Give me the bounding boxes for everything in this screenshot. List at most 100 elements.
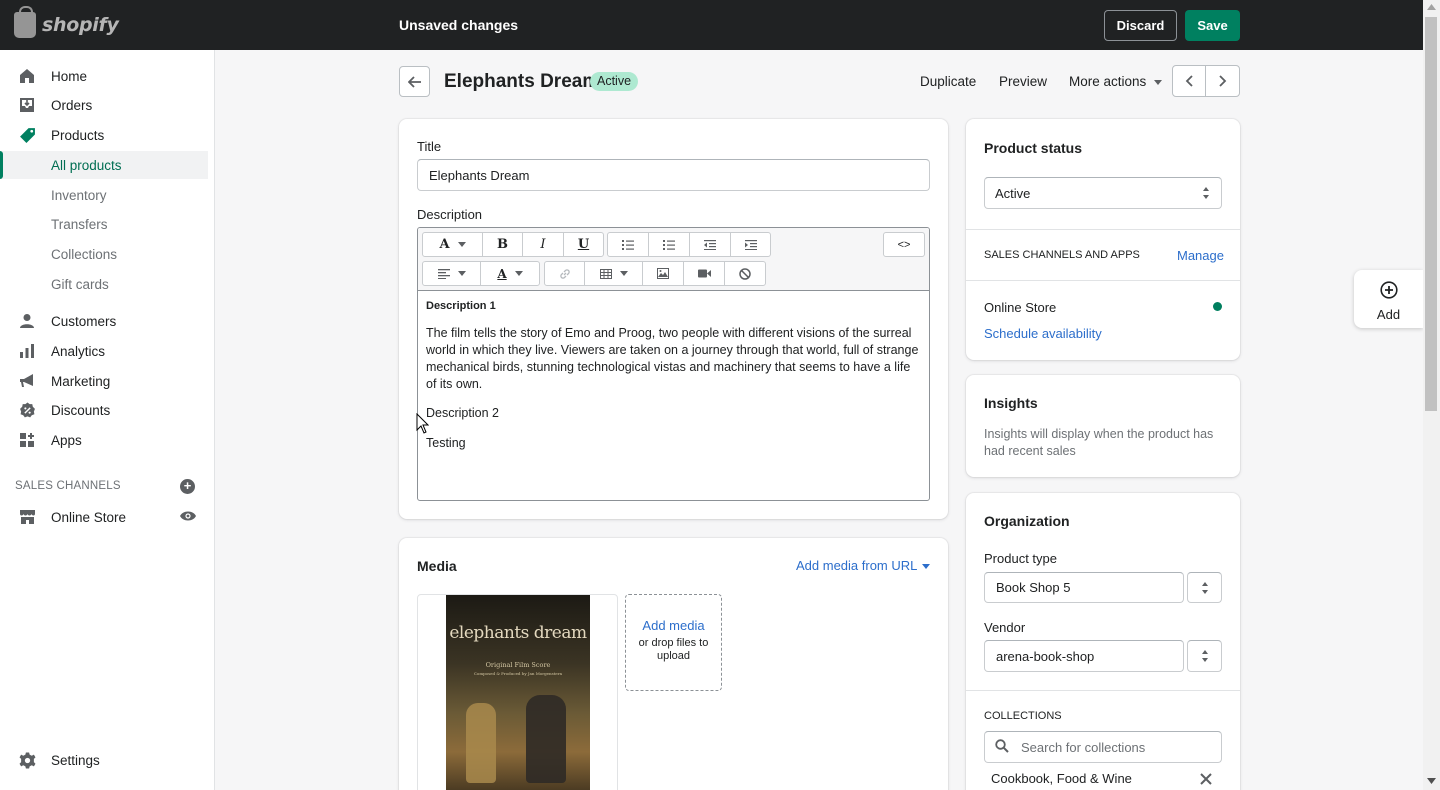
description-label: Description [417, 207, 483, 222]
text-format-group: A B I U [422, 232, 604, 257]
shopify-logo[interactable]: shopify [14, 6, 119, 38]
channel-active-dot [1213, 302, 1222, 311]
clear-formatting-icon [739, 267, 751, 280]
remove-collection-icon[interactable] [1200, 773, 1212, 785]
sidebar-item-customers[interactable]: Customers [0, 307, 208, 335]
bold-button[interactable]: B [483, 233, 523, 256]
title-input[interactable]: Elephants Dream [417, 159, 930, 191]
vendor-input[interactable]: arena-book-shop [984, 640, 1184, 672]
scrollbar-thumb[interactable] [1425, 17, 1437, 411]
product-status-select[interactable]: Active [984, 177, 1222, 209]
description-heading-1: Description 1 [426, 300, 496, 312]
html-toggle-group: <> [883, 232, 925, 257]
sidebar-item-label: Apps [51, 432, 82, 448]
font-button[interactable]: A [423, 233, 483, 256]
html-toggle-button[interactable]: <> [884, 233, 924, 256]
scroll-up-icon[interactable] [1427, 4, 1436, 10]
image-icon [657, 268, 669, 279]
media-thumbnail[interactable]: elephants dream Original Film Score Comp… [417, 594, 618, 790]
sidebar-item-all-products[interactable]: All products [0, 151, 208, 179]
poster-figure-left [466, 703, 496, 783]
sidebar-item-label: Marketing [51, 373, 111, 389]
sidebar-item-gift-cards[interactable]: Gift cards [0, 270, 208, 298]
gear-icon [18, 751, 36, 769]
drop-files-hint: or drop files to upload [638, 637, 709, 662]
back-button[interactable] [399, 66, 430, 97]
product-type-input[interactable]: Book Shop 5 [984, 572, 1184, 603]
shopify-bag-icon [14, 6, 36, 38]
sidebar-item-label: Analytics [51, 343, 106, 359]
chevron-left-icon [1185, 75, 1193, 87]
duplicate-button[interactable]: Duplicate [920, 74, 976, 89]
next-product-button[interactable] [1206, 66, 1239, 96]
align-color-group: A [422, 261, 540, 286]
poster-figure-right [526, 695, 566, 783]
collections-title: COLLECTIONS [984, 710, 1062, 722]
insert-video-button[interactable] [684, 262, 725, 285]
sidebar-item-inventory[interactable]: Inventory [0, 181, 208, 209]
sidebar-item-orders[interactable]: Orders [0, 91, 208, 119]
save-button[interactable]: Save [1185, 10, 1240, 41]
collections-search-input[interactable]: Search for collections [984, 731, 1222, 763]
table-button[interactable] [585, 262, 643, 285]
media-dropzone[interactable]: Add media or drop files to upload [625, 594, 722, 691]
numbered-list-button[interactable] [649, 233, 690, 256]
page-scrollbar[interactable] [1423, 0, 1440, 790]
sales-channels-apps-title: SALES CHANNELS AND APPS [984, 249, 1140, 261]
sidebar-item-analytics[interactable]: Analytics [0, 337, 208, 365]
previous-product-button[interactable] [1173, 66, 1207, 96]
schedule-availability-button[interactable]: Schedule availability [984, 326, 1102, 341]
product-type-dropdown[interactable] [1187, 572, 1222, 603]
discard-button[interactable]: Discard [1104, 10, 1177, 41]
link-button[interactable] [545, 262, 585, 285]
more-actions-label: More actions [1069, 74, 1147, 89]
editor-content[interactable]: Description 1 The film tells the story o… [426, 298, 921, 452]
sidebar-item-apps[interactable]: Apps [0, 426, 208, 454]
sidebar-item-transfers[interactable]: Transfers [0, 210, 208, 238]
select-arrows-icon [1202, 582, 1208, 594]
sidebar-item-label: Collections [51, 246, 118, 262]
scroll-down-icon[interactable] [1427, 778, 1436, 784]
sidebar-item-products[interactable]: Products [0, 121, 208, 149]
sidebar-item-collections[interactable]: Collections [0, 240, 208, 268]
bullet-list-button[interactable] [608, 233, 649, 256]
poster-credits: Composed & Produced by Jan Morgenstern [473, 671, 563, 676]
manage-button[interactable]: Manage [1177, 248, 1224, 263]
italic-button[interactable]: I [523, 233, 564, 256]
sidebar-item-discounts[interactable]: Discounts [0, 396, 208, 424]
numbered-list-icon [663, 239, 675, 250]
add-media-from-url-button[interactable]: Add media from URL [796, 558, 931, 573]
align-button[interactable] [423, 262, 481, 285]
organization-title: Organization [984, 513, 1070, 529]
floating-add-label: Add [1376, 307, 1401, 322]
sidebar-item-marketing[interactable]: Marketing [0, 367, 208, 395]
arrow-left-icon [407, 75, 421, 88]
insert-image-button[interactable] [643, 262, 684, 285]
bullet-list-icon [622, 239, 634, 250]
underline-button[interactable]: U [564, 233, 603, 256]
eye-icon[interactable] [180, 510, 196, 522]
text-color-button[interactable]: A [481, 262, 539, 285]
sidebar-item-label: Inventory [51, 187, 107, 203]
unsaved-changes-label: Unsaved changes [399, 17, 519, 33]
active-indicator [0, 151, 3, 179]
description-editor[interactable]: A B I U <> A Description 1 The film tell… [417, 227, 930, 501]
preview-button[interactable]: Preview [999, 74, 1047, 89]
poster-title: elephants dream [449, 623, 587, 643]
floating-add-button[interactable]: Add [1354, 270, 1423, 328]
caret-down-icon [457, 271, 466, 276]
add-media-button[interactable]: Add media [626, 618, 721, 633]
sidebar-item-label: Products [51, 127, 105, 143]
bar-chart-icon [18, 342, 36, 360]
bold-icon: B [497, 237, 508, 252]
outdent-button[interactable] [690, 233, 731, 256]
clear-formatting-button[interactable] [725, 262, 765, 285]
indent-button[interactable] [731, 233, 770, 256]
add-sales-channel-icon[interactable]: + [180, 479, 195, 494]
sidebar-item-online-store[interactable]: Online Store [0, 503, 208, 531]
more-actions-button[interactable]: More actions [1069, 74, 1163, 89]
sidebar-item-settings[interactable]: Settings [0, 746, 208, 774]
vendor-dropdown[interactable] [1187, 640, 1222, 672]
sidebar-item-home[interactable]: Home [0, 62, 208, 90]
sidebar-item-label: Customers [51, 313, 117, 329]
